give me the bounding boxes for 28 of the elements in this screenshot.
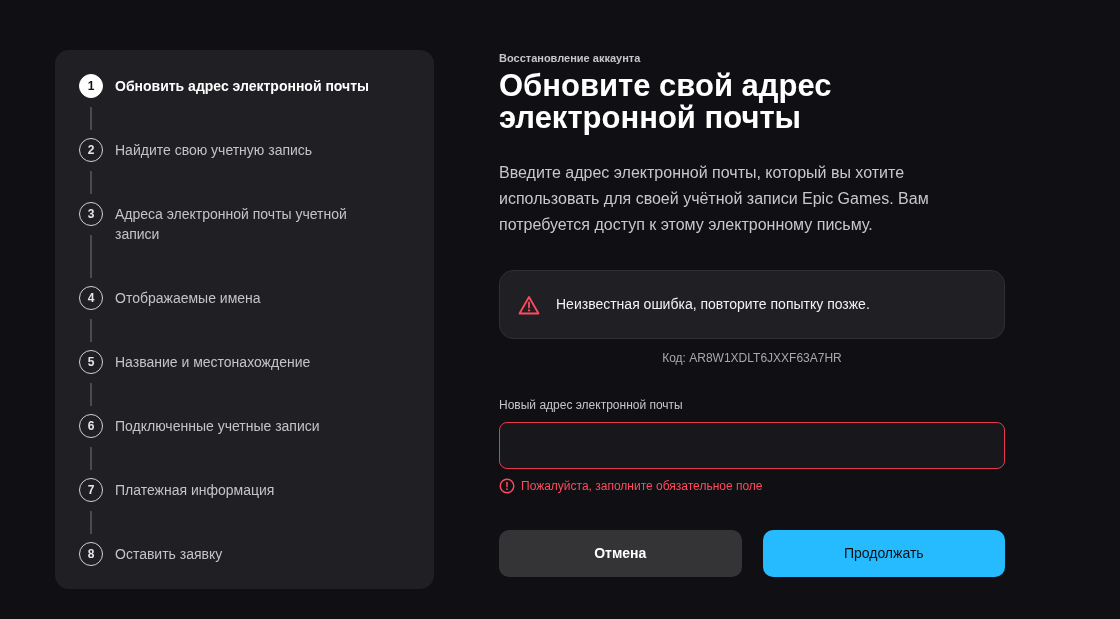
alert-message: Неизвестная ошибка, повторите попытку позже. [556,295,870,314]
email-input[interactable] [499,422,1005,469]
section-eyebrow: Восстановление аккаунта [499,51,642,65]
step-label: Подключенные учетные записи [115,417,320,436]
description-text: Введите адрес электронной почты, который вы хотите использовать для своей учётной записи Epic Games. Вам потребуется доступ к этому электронному письму. [499,163,930,235]
field-label: Новый адрес электронной почты [499,397,684,413]
error-icon [499,478,515,494]
warning-icon [518,294,540,315]
step-number: 1 [79,74,103,98]
step-label: Обновить адрес электронной почты [115,77,370,96]
step-label: Название и местонахождение [115,353,311,372]
step-connector [90,107,92,130]
step-connector [90,511,92,534]
step-label: Оставить заявку [115,545,223,564]
step-connector [90,383,92,406]
step-connector [90,171,92,194]
error-code: Код: AR8W1XDLT6JXXF63A7HR [661,350,843,366]
step-label: Отображаемые имена [115,289,261,308]
cancel-button[interactable]: Отмена [499,530,742,577]
page-title: Обновите свой адрес электронной почты [499,70,833,134]
step-connector [90,235,92,278]
step-label: Найдите свою учетную запись [115,141,313,160]
step-connector [90,319,92,342]
continue-button[interactable]: Продолжать [762,530,1005,577]
error-message: Пожалуйста, заполните обязательное поле [521,478,763,494]
step-connector [90,447,92,470]
step-label: Платежная информация [115,481,275,500]
step-label: Адреса электронной почты учетной записи [115,205,348,244]
